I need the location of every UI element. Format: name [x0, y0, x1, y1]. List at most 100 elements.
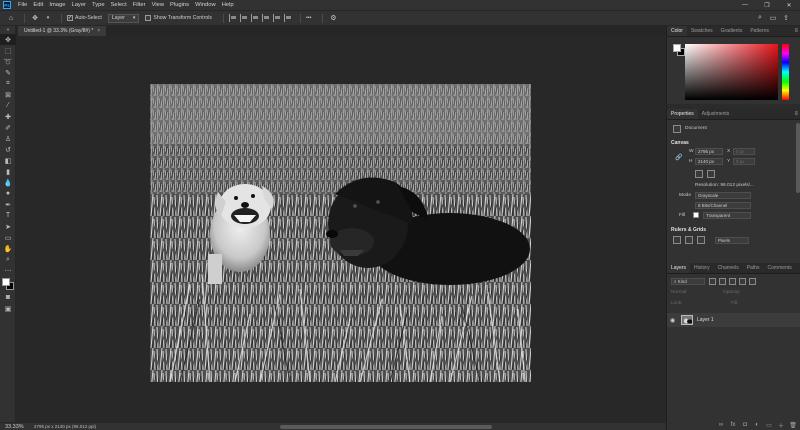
eyedropper-tool-icon[interactable]: ⁄: [0, 100, 16, 111]
filter-shape-icon[interactable]: [739, 278, 746, 285]
filter-pixel-icon[interactable]: [709, 278, 716, 285]
units-dropdown[interactable]: Pixels: [715, 237, 749, 244]
move-tool-icon[interactable]: ✥: [0, 34, 16, 45]
adjustment-layer-icon[interactable]: ◐: [753, 422, 761, 428]
align-middle-icon[interactable]: [272, 14, 281, 22]
layer-name[interactable]: Layer 1: [697, 317, 714, 323]
guides-icon[interactable]: [697, 236, 705, 244]
menu-layer[interactable]: Layer: [68, 0, 89, 10]
filter-type-icon[interactable]: [729, 278, 736, 285]
maximize-button[interactable]: ❐: [756, 0, 778, 10]
orientation-portrait-icon[interactable]: [695, 170, 703, 178]
tab-adjustments[interactable]: Adjustments: [698, 109, 734, 119]
menu-edit[interactable]: Edit: [30, 0, 46, 10]
visibility-eye-icon[interactable]: ◉: [670, 317, 675, 324]
canvas-workspace[interactable]: [16, 36, 666, 422]
foreground-color-swatch[interactable]: [2, 278, 10, 286]
eraser-tool-icon[interactable]: ◧: [0, 155, 16, 166]
search-icon[interactable]: ⌕: [755, 13, 765, 23]
align-bottom-icon[interactable]: [283, 14, 292, 22]
fill-swatch[interactable]: [693, 212, 699, 218]
trash-icon[interactable]: 🗑: [789, 422, 797, 429]
menu-filter[interactable]: Filter: [130, 0, 149, 10]
orientation-landscape-icon[interactable]: [707, 170, 715, 178]
document-tab[interactable]: Untitled-1 @ 33.3% (Gray/8#) * ×: [18, 26, 107, 36]
tab-gradients[interactable]: Gradients: [717, 26, 747, 36]
tab-layers[interactable]: Layers: [667, 263, 691, 273]
home-icon[interactable]: ⌂: [6, 13, 16, 23]
panel-color-swatches[interactable]: [673, 44, 685, 56]
marquee-tool-icon[interactable]: ⬚: [0, 45, 16, 56]
type-tool-icon[interactable]: T: [0, 210, 16, 221]
menu-window[interactable]: Window: [192, 0, 219, 10]
tab-color[interactable]: Color: [667, 26, 687, 36]
layer-filter-dropdown[interactable]: ⌕ Kind: [671, 278, 705, 285]
panel-menu-icon[interactable]: ≡: [794, 111, 798, 117]
menu-plugins[interactable]: Plugins: [167, 0, 192, 10]
align-center-icon[interactable]: [239, 14, 248, 22]
transform-controls-checkbox[interactable]: [145, 15, 152, 21]
link-icon[interactable]: 🔗: [675, 154, 682, 161]
rectangle-tool-icon[interactable]: ▭: [0, 232, 16, 243]
hand-tool-icon[interactable]: ✋: [0, 243, 16, 254]
color-swatches[interactable]: [0, 276, 16, 292]
history-brush-tool-icon[interactable]: ↺: [0, 144, 16, 155]
hue-slider[interactable]: [782, 44, 789, 100]
zoom-level[interactable]: 33.33%: [0, 424, 34, 430]
document-info[interactable]: 2795 px x 2140 px (96.012 ppi): [34, 424, 96, 429]
tab-comments[interactable]: Comments: [764, 263, 796, 273]
bit-depth-dropdown[interactable]: 8 Bits/Channel: [695, 202, 751, 209]
healing-brush-tool-icon[interactable]: ✚: [0, 111, 16, 122]
color-picker-field[interactable]: [685, 44, 778, 100]
link-layers-icon[interactable]: ∞: [717, 422, 725, 428]
mode-dropdown[interactable]: Grayscale: [695, 192, 751, 199]
canvas-section-header[interactable]: Canvas: [671, 140, 689, 146]
menu-view[interactable]: View: [149, 0, 167, 10]
chevron-down-icon[interactable]: ▾: [43, 13, 53, 23]
layer-row[interactable]: ◉ Layer 1: [667, 313, 800, 327]
zoom-tool-icon[interactable]: ⌕: [0, 254, 16, 265]
fx-icon[interactable]: fx: [729, 422, 737, 428]
x-field[interactable]: 0 px: [733, 148, 755, 155]
rulers-grids-section-header[interactable]: Rulers & Grids: [671, 227, 706, 233]
align-top-icon[interactable]: [261, 14, 270, 22]
share-icon[interactable]: ⇪: [781, 13, 791, 23]
move-tool-icon[interactable]: ✥: [30, 13, 40, 23]
foreground-color-swatch[interactable]: [673, 44, 681, 52]
close-tab-icon[interactable]: ×: [97, 28, 100, 34]
pen-tool-icon[interactable]: ✒: [0, 199, 16, 210]
menu-type[interactable]: Type: [89, 0, 108, 10]
height-field[interactable]: 2140 px: [695, 158, 723, 165]
ruler-icon[interactable]: [673, 236, 681, 244]
auto-select-target-dropdown[interactable]: Layer ▾: [107, 13, 140, 23]
menu-file[interactable]: File: [15, 0, 30, 10]
fill-dropdown[interactable]: Transparent: [703, 212, 751, 219]
workspace-icon[interactable]: ▭: [768, 13, 778, 23]
auto-select-checkbox[interactable]: ✓: [67, 15, 73, 21]
properties-scrollbar[interactable]: [796, 123, 800, 193]
frame-tool-icon[interactable]: ⊠: [0, 89, 16, 100]
align-left-icon[interactable]: [228, 14, 237, 22]
dodge-tool-icon[interactable]: ●: [0, 188, 16, 199]
tab-properties[interactable]: Properties: [667, 109, 698, 119]
tab-patterns[interactable]: Patterns: [746, 26, 773, 36]
align-right-icon[interactable]: [250, 14, 259, 22]
quick-mask-icon[interactable]: ◙: [0, 292, 16, 303]
tab-channels[interactable]: Channels: [714, 263, 743, 273]
brush-tool-icon[interactable]: ✐: [0, 122, 16, 133]
panel-menu-icon[interactable]: ≡: [794, 28, 798, 34]
more-tools-icon[interactable]: ⋯: [0, 265, 16, 276]
new-group-icon[interactable]: ▭: [765, 422, 773, 429]
grid-icon[interactable]: [685, 236, 693, 244]
close-window-button[interactable]: ✕: [778, 0, 800, 10]
add-mask-icon[interactable]: ◘: [741, 422, 749, 428]
clone-stamp-tool-icon[interactable]: ♙: [0, 133, 16, 144]
minimize-button[interactable]: —: [734, 0, 756, 10]
width-field[interactable]: 2795 px: [695, 148, 723, 155]
collapse-toolbar-icon[interactable]: »: [0, 26, 16, 34]
screen-mode-icon[interactable]: ▣: [0, 303, 16, 314]
lasso-tool-icon[interactable]: ➰: [0, 56, 16, 67]
gradient-tool-icon[interactable]: ▮: [0, 166, 16, 177]
tab-history[interactable]: History: [690, 263, 714, 273]
blend-mode-dropdown[interactable]: Normal: [671, 290, 686, 295]
